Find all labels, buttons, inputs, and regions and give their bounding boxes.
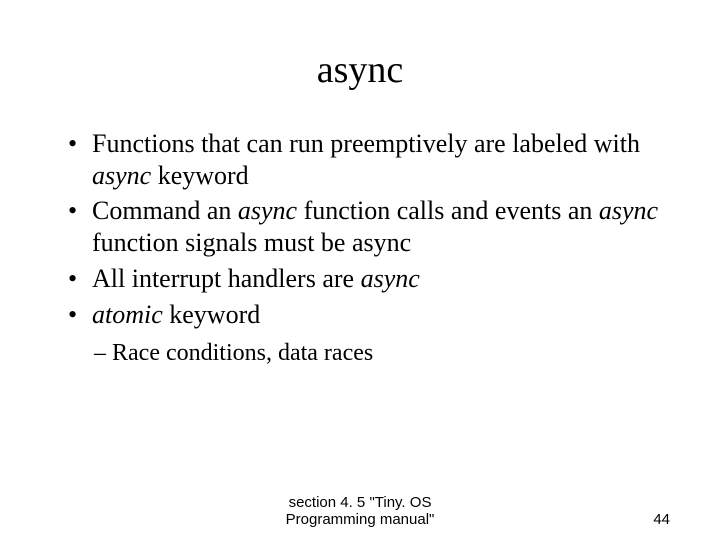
- italic-text: async: [361, 264, 420, 293]
- bullet-list: Functions that can run preemptively are …: [50, 128, 670, 330]
- text-run: keyword: [151, 161, 248, 190]
- text-run: keyword: [163, 300, 260, 329]
- text-run: Functions that can run preemptively are …: [92, 129, 640, 158]
- footer: section 4. 5 "Tiny. OS Programming manua…: [0, 494, 720, 528]
- bullet-item: Functions that can run preemptively are …: [68, 128, 670, 191]
- italic-text: async: [599, 196, 658, 225]
- text-run: function signals must be async: [92, 228, 411, 257]
- page-number: 44: [463, 511, 670, 528]
- slide: async Functions that can run preemptivel…: [0, 0, 720, 540]
- text-run: All interrupt handlers are: [92, 264, 361, 293]
- italic-text: atomic: [92, 300, 163, 329]
- text-run: function calls and events an: [297, 196, 599, 225]
- italic-text: async: [238, 196, 297, 225]
- sub-bullet-item: Race conditions, data races: [94, 338, 670, 369]
- footer-center: section 4. 5 "Tiny. OS Programming manua…: [257, 494, 464, 528]
- slide-title: async: [50, 48, 670, 92]
- text-run: Command an: [92, 196, 238, 225]
- bullet-item: All interrupt handlers are async: [68, 263, 670, 295]
- italic-text: async: [92, 161, 151, 190]
- bullet-item: Command an async function calls and even…: [68, 195, 670, 258]
- sub-bullet-list: Race conditions, data races: [50, 338, 670, 369]
- bullet-item: atomic keyword: [68, 299, 670, 331]
